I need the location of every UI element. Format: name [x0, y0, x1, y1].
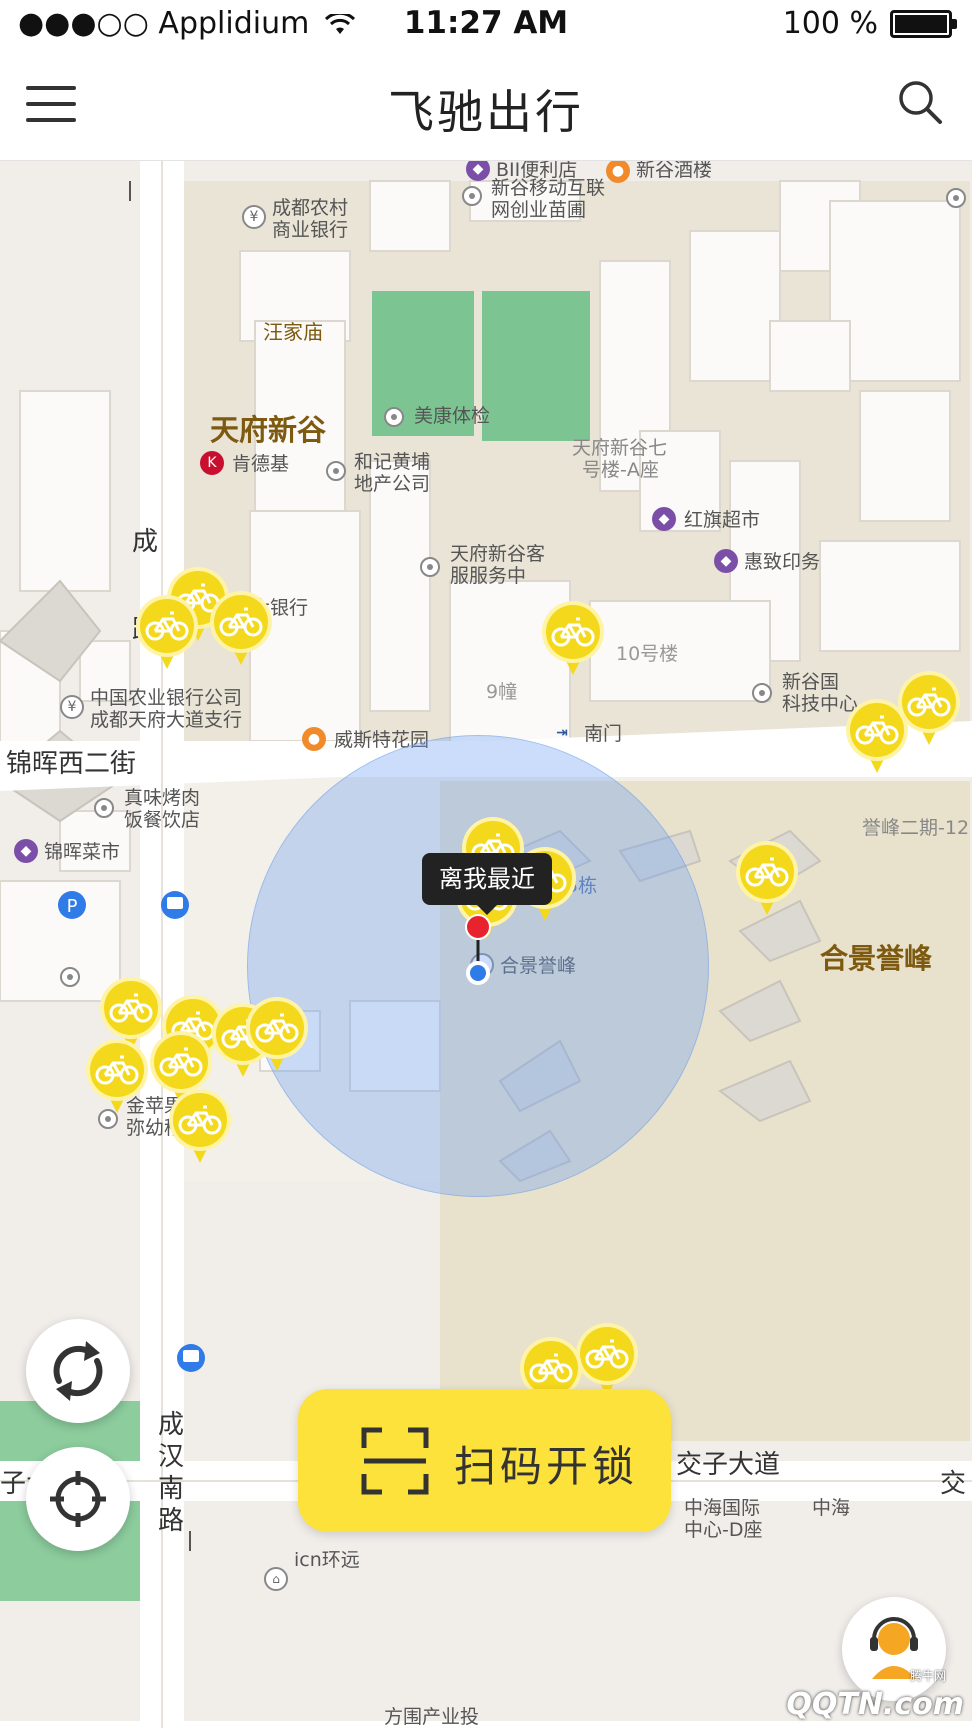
poi-xingu-mobile-2: 网创业苗圃: [491, 199, 587, 221]
poi-heji-2: 地产公司: [354, 473, 431, 495]
scan-unlock-button[interactable]: 扫码开锁: [298, 1389, 671, 1532]
poi-jinhui-market: 锦晖菜市: [44, 841, 121, 863]
bike-marker[interactable]: [244, 995, 310, 1077]
refresh-button[interactable]: [26, 1319, 130, 1423]
print-shop-icon: ◆: [714, 549, 738, 573]
poi-building9: 9幢: [486, 681, 518, 703]
area-label-wangjiamiao: 汪家庙: [263, 320, 323, 344]
nearest-tooltip: 离我最近: [422, 853, 552, 915]
market-icon: ◆: [14, 839, 38, 863]
watermark-site: 腾牛网: [909, 1669, 946, 1683]
customer-service-button[interactable]: [842, 1597, 946, 1701]
residence-icon: ⌂: [264, 1567, 288, 1591]
bike-marker[interactable]: [134, 593, 200, 675]
poi-fangwei: 方围产业投: [384, 1706, 480, 1728]
poi-rural-bank-1: 成都农村: [272, 197, 349, 219]
poi-service-2: 服服务中: [450, 565, 527, 587]
battery-icon: [890, 9, 957, 38]
page-title: 飞驰出行: [388, 85, 584, 139]
bank-icon: ¥: [60, 695, 84, 719]
poi-hongqi: 红旗超市: [684, 509, 761, 531]
poi-yufeng-phase2: 誉峰二期-12: [862, 817, 970, 839]
poi-icn: icn环远: [294, 1549, 360, 1571]
bike-marker[interactable]: [84, 1037, 150, 1119]
area-label-hejing-yufeng: 合景誉峰: [820, 942, 933, 975]
poi-dot-icon: [60, 967, 80, 987]
poi-service-1: 天府新谷客: [450, 543, 546, 565]
supermarket-icon: ◆: [652, 507, 676, 531]
poi-rural-bank-2: 商业银行: [272, 219, 349, 241]
poi-dot-icon: [94, 798, 114, 818]
poi-dot-icon: [946, 188, 966, 208]
road-label-right-fragment: 交: [940, 1469, 967, 1499]
poi-dot-icon: [420, 557, 440, 577]
svg-text:P: P: [67, 896, 78, 917]
kfc-icon: K: [200, 451, 224, 475]
poi-dot-icon: [326, 461, 346, 481]
nav-bar: 飞驰出行: [0, 48, 972, 161]
poi-zhonghai-right: 中海: [812, 1497, 851, 1519]
poi-dot-icon: [462, 186, 482, 206]
bike-marker[interactable]: [844, 697, 910, 779]
status-bar: ●●●○○ Applidium 11:27 AM 100 %: [0, 0, 972, 48]
poi-xingu-mobile-1: 新谷移动互联: [491, 177, 606, 199]
battery-status: 100 %: [782, 6, 957, 41]
road-label-cheng: 成: [132, 527, 159, 557]
area-label-tianfu-xingu: 天府新谷: [210, 413, 327, 447]
restaurant-icon: ●: [302, 727, 326, 751]
poi-building7-2: 号楼-A座: [582, 459, 659, 481]
poi-restaurant-1: 真味烤肉: [124, 787, 201, 809]
poi-abc-1: 中国农业银行公司: [90, 687, 243, 709]
scan-unlock-label: 扫码开锁: [454, 1442, 639, 1491]
poi-heji-1: 和记黄埔: [354, 451, 431, 473]
road-label-jiaozi: 交子大道: [676, 1450, 781, 1480]
poi-zhonghai-1: 中海国际: [684, 1497, 761, 1519]
poi-meikang: 美康体检: [414, 405, 491, 427]
poi-tech-1: 新谷国: [782, 671, 840, 693]
gate-icon: ⇥: [556, 725, 568, 741]
poi-south-gate: 南门: [584, 723, 623, 745]
poi-dot-icon: [384, 407, 404, 427]
poi-building7-1: 天府新谷七: [572, 437, 668, 459]
map-view[interactable]: P 天府新谷 合景誉峰 汪家庙 锦晖西二街 交子大道 成 汉 南 路 子大 交 …: [0, 161, 972, 1728]
search-icon[interactable]: [896, 78, 944, 126]
poi-xingu-hotel: 新谷酒楼: [636, 161, 713, 181]
bike-marker[interactable]: [208, 589, 274, 671]
locate-button[interactable]: [26, 1447, 130, 1551]
poi-kfc: 肯德基: [232, 453, 290, 475]
poi-abc-2: 成都天府大道支行: [90, 709, 243, 731]
poi-building10: 10号楼: [616, 643, 679, 665]
refresh-icon: [53, 1341, 103, 1401]
battery-percent: 100 %: [782, 6, 878, 41]
scan-qr-icon: [361, 1427, 429, 1495]
bike-marker[interactable]: [167, 1087, 233, 1169]
user-location-icon: [465, 914, 491, 985]
poi-restaurant-2: 饭餐饮店: [124, 809, 201, 831]
poi-zhonghai-2: 中心-D座: [684, 1519, 763, 1541]
poi-huizhi: 惠致印务: [744, 551, 821, 573]
bike-marker[interactable]: [540, 599, 606, 681]
road-label-jinhui-west: 锦晖西二街: [6, 749, 137, 779]
headset-icon: [870, 1617, 918, 1679]
crosshair-icon: [50, 1471, 106, 1527]
poi-dot-icon: [752, 683, 772, 703]
watermark-logo: QQTN.com: [786, 1687, 964, 1722]
bank-icon: ¥: [242, 205, 266, 229]
bike-marker[interactable]: [734, 839, 800, 921]
road-label-chenghan-4: 路: [158, 1506, 185, 1536]
